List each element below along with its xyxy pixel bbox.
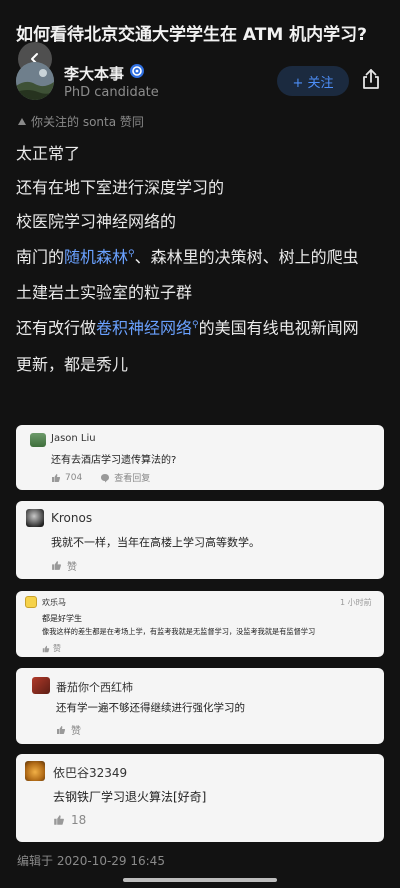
thumb-up-icon[interactable] <box>51 473 61 483</box>
comment-time: 1 小时前 <box>340 598 372 607</box>
comment-avatar <box>25 596 37 608</box>
liked-by-note: 你关注的 sonta 赞同 <box>18 113 144 130</box>
comment-text: 还有去酒店学习遗传算法的? <box>51 455 177 466</box>
upvote-triangle-icon <box>18 118 26 125</box>
comment-text: 去钢铁厂学习退火算法[好奇] <box>53 790 207 804</box>
like-count: 18 <box>71 813 87 827</box>
like-count: 704 <box>65 472 83 483</box>
like-count: 赞 <box>67 562 77 573</box>
chat-bubble-icon[interactable] <box>100 473 110 483</box>
comment-card[interactable]: 依巴谷32349 去钢铁厂学习退火算法[好奇] 18 <box>16 754 384 842</box>
share-icon[interactable] <box>360 68 382 90</box>
author-name[interactable]: 李大本事 <box>64 63 124 84</box>
keyword-link[interactable]: 卷积神经网络 <box>96 319 192 338</box>
like-count: 赞 <box>53 644 61 653</box>
question-title[interactable]: 如何看待北京交通大学学生在 ATM 机内学习? <box>16 20 386 45</box>
comment-card[interactable]: 番茄你个西红柿 还有学一遍不够还得继续进行强化学习的 赞 <box>16 668 384 744</box>
comment-text: 都是好学生 <box>42 614 82 623</box>
content-line: 太正常了 <box>16 144 81 163</box>
content-line: 还有改行做卷积神经网络⚲的美国有线电视新闻网 <box>16 318 359 338</box>
comment-card[interactable]: Jason Liu 还有去酒店学习遗传算法的? 704 查看回复 <box>16 425 384 490</box>
author-avatar[interactable] <box>16 62 54 100</box>
comment-card[interactable]: Kronos 我就不一样，当年在高楼上学习高等数学。 赞 <box>16 501 384 579</box>
thumb-up-icon[interactable] <box>42 645 50 653</box>
comment-author[interactable]: Jason Liu <box>51 433 96 444</box>
home-indicator[interactable] <box>123 878 277 882</box>
follow-button[interactable]: + 关注 <box>277 66 349 96</box>
thumb-up-icon[interactable] <box>51 560 62 571</box>
edit-timestamp: 编辑于 2020-10-29 16:45 <box>17 854 165 868</box>
comment-text: 还有学一遍不够还得继续进行强化学习的 <box>56 702 245 714</box>
comment-text: 像我这样的差生都是在考场上学，有监考我就是无监督学习，没监考我就是有监督学习 <box>42 627 316 636</box>
thumb-up-icon[interactable] <box>53 814 65 826</box>
answer-content: 太正常了 还有在地下室进行深度学习的 校医院学习神经网络的 南门的随机森林⚲、森… <box>16 138 386 380</box>
content-line: 土建岩土实验室的粒子群 <box>16 283 193 303</box>
comment-card[interactable]: 欢乐马 1 小时前 都是好学生 像我这样的差生都是在考场上学，有监考我就是无监督… <box>16 591 384 657</box>
content-line: 更新，都是秀儿 <box>16 354 129 374</box>
content-line: 校医院学习神经网络的 <box>16 212 177 231</box>
comment-avatar <box>32 677 50 694</box>
liked-by-text: 你关注的 sonta 赞同 <box>31 115 144 129</box>
content-line: 南门的随机森林⚲、森林里的决策树、树上的爬虫 <box>16 247 359 267</box>
comment-author[interactable]: 依巴谷32349 <box>53 764 127 781</box>
verify-badge-icon <box>130 64 144 78</box>
view-replies-link[interactable]: 查看回复 <box>114 471 150 484</box>
comment-text: 我就不一样，当年在高楼上学习高等数学。 <box>51 536 260 549</box>
like-count: 赞 <box>71 726 81 737</box>
search-mini-icon: ⚲ <box>192 320 199 331</box>
comment-avatar <box>25 761 45 781</box>
comment-avatar <box>30 433 46 447</box>
author-subtitle: PhD candidate <box>64 85 159 100</box>
keyword-link[interactable]: 随机森林 <box>64 247 128 266</box>
author-header: 李大本事 PhD candidate + 关注 <box>16 62 386 106</box>
comment-author[interactable]: 欢乐马 <box>42 597 66 608</box>
thumb-up-icon[interactable] <box>56 725 66 735</box>
comment-avatar <box>26 509 44 527</box>
comment-author[interactable]: Kronos <box>51 511 92 525</box>
comment-author[interactable]: 番茄你个西红柿 <box>56 679 133 695</box>
content-line: 还有在地下室进行深度学习的 <box>16 178 225 197</box>
search-mini-icon: ⚲ <box>128 249 135 259</box>
